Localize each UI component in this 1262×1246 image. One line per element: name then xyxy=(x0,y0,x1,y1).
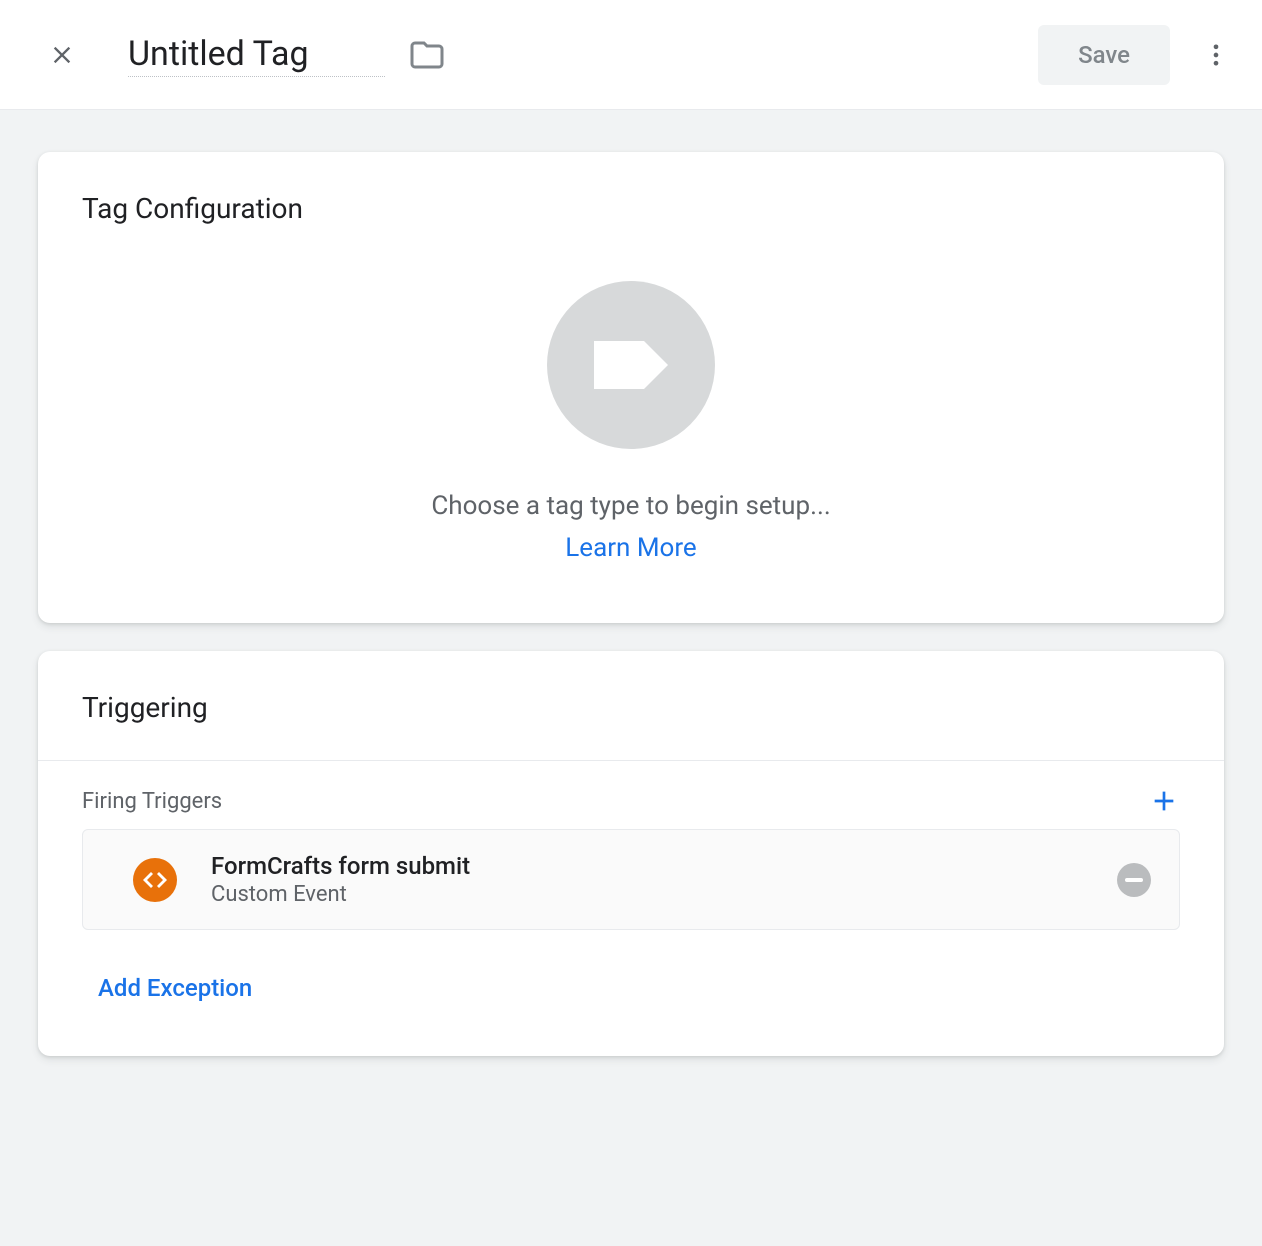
tag-configuration-title: Tag Configuration xyxy=(38,152,1224,225)
add-trigger-icon[interactable] xyxy=(1148,785,1180,817)
folder-icon[interactable] xyxy=(409,37,445,73)
add-exception-button[interactable]: Add Exception xyxy=(38,930,1224,1056)
tag-type-placeholder-icon xyxy=(547,281,715,449)
content: Tag Configuration Choose a tag type to b… xyxy=(0,110,1262,1126)
more-menu-icon[interactable] xyxy=(1202,41,1230,69)
triggering-card: Triggering Firing Triggers FormCrafts fo… xyxy=(38,651,1224,1056)
save-button[interactable]: Save xyxy=(1038,25,1170,85)
setup-prompt-text: Choose a tag type to begin setup... xyxy=(431,491,830,521)
tag-title-input[interactable] xyxy=(128,32,385,77)
trigger-item[interactable]: FormCrafts form submit Custom Event xyxy=(82,829,1180,930)
close-icon[interactable] xyxy=(48,41,76,69)
remove-trigger-icon[interactable] xyxy=(1117,863,1151,897)
triggering-title: Triggering xyxy=(38,651,1224,760)
header: Save xyxy=(0,0,1262,110)
learn-more-link[interactable]: Learn More xyxy=(565,533,696,563)
tag-configuration-card: Tag Configuration Choose a tag type to b… xyxy=(38,152,1224,623)
firing-triggers-section: Firing Triggers FormCrafts form submit C… xyxy=(38,761,1224,930)
trigger-name: FormCrafts form submit xyxy=(211,852,1117,880)
custom-event-icon xyxy=(133,858,177,902)
firing-triggers-label: Firing Triggers xyxy=(82,789,222,814)
trigger-type: Custom Event xyxy=(211,882,1117,907)
tag-configuration-body[interactable]: Choose a tag type to begin setup... Lear… xyxy=(38,225,1224,623)
